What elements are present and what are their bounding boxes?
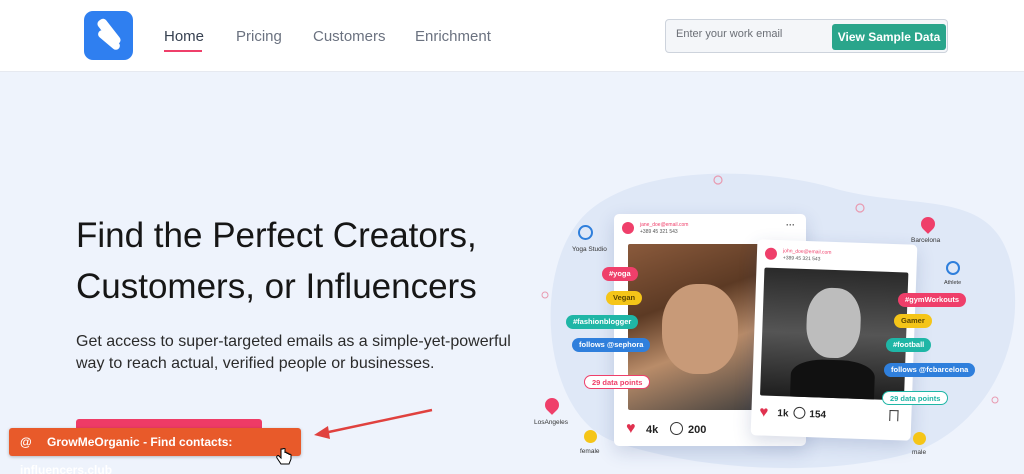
label-barcelona: Barcelona xyxy=(911,237,941,244)
tag-fashionblogger: #fashionblogger xyxy=(566,315,639,329)
card1-comments: 200 xyxy=(688,424,707,436)
tag-gamer: Gamer xyxy=(894,314,932,328)
tag-football: #football xyxy=(886,338,932,352)
hero-title: Find the Perfect Creators, Customers, or… xyxy=(76,210,536,312)
active-nav-underline xyxy=(164,50,202,52)
card2-likes: 1k xyxy=(777,408,789,420)
nav-home[interactable]: Home xyxy=(164,28,204,45)
card1-likes: 4k xyxy=(646,424,659,436)
hero-illustration: jane_doe@email.com +389 45 321 543 ··· ♥… xyxy=(520,150,1020,470)
extension-button-label: GrowMeOrganic - Find contacts: influence… xyxy=(20,435,233,474)
female-icon xyxy=(584,430,597,443)
label-los-angeles: LosAngeles xyxy=(534,419,568,426)
card2-comments: 154 xyxy=(809,409,827,421)
tag-follows-sephora: follows @sephora xyxy=(572,338,651,352)
nav-enrichment[interactable]: Enrichment xyxy=(415,28,491,45)
hero-subtitle: Get access to super-targeted emails as a… xyxy=(76,333,511,372)
hash-avatar-icon-2 xyxy=(764,247,778,260)
heart-icon: ♥ xyxy=(626,420,636,437)
comment-icon-2 xyxy=(793,406,806,420)
nav-pricing[interactable]: Pricing xyxy=(236,28,282,45)
tag-gymworkouts: #gymWorkouts xyxy=(898,293,967,307)
top-navbar: Home Pricing Customers Enrichment View S… xyxy=(0,0,1024,72)
hero-title-line-2: Customers, or Influencers xyxy=(76,267,477,306)
tag-data-points-right: 29 data points xyxy=(882,391,949,405)
card2-phone: +389 45 321 543 xyxy=(782,255,821,263)
label-yoga-studio: Yoga Studio xyxy=(572,246,607,253)
work-email-input[interactable] xyxy=(676,28,826,40)
card1-email: jane_doe@email.com xyxy=(640,222,689,228)
hash-avatar-icon xyxy=(622,222,634,234)
at-icon: @ xyxy=(20,435,32,449)
more-icon: ··· xyxy=(786,220,795,230)
red-arrow-icon xyxy=(314,408,433,439)
view-sample-data-button[interactable]: View Sample Data xyxy=(832,24,946,50)
extension-overlay-button[interactable]: @ GrowMeOrganic - Find contacts: influen… xyxy=(9,428,301,474)
label-female: female xyxy=(580,448,600,455)
hand-cursor-icon xyxy=(276,448,292,465)
label-male: male xyxy=(912,449,927,456)
athlete-icon xyxy=(946,261,960,275)
card1-phone: +389 45 321 543 xyxy=(640,229,678,235)
nav-customers[interactable]: Customers xyxy=(313,28,386,45)
bookmark-icon xyxy=(889,409,899,422)
yoga-studio-icon xyxy=(578,225,593,240)
male-icon xyxy=(913,432,926,445)
heart-icon-2: ♥ xyxy=(759,403,769,421)
tag-yoga: #yoga xyxy=(602,267,638,281)
tag-follows-fcbarcelona: follows @fcbarcelona xyxy=(884,363,976,377)
tag-vegan: Vegan xyxy=(606,291,643,305)
creator-photo-male xyxy=(760,267,909,401)
brand-logo[interactable] xyxy=(84,11,133,60)
comment-icon xyxy=(670,422,683,435)
sample-data-form: View Sample Data xyxy=(665,19,948,53)
hero-title-line-1: Find the Perfect Creators, xyxy=(76,216,477,255)
tag-data-points-left: 29 data points xyxy=(584,375,651,389)
label-athlete: Athlete xyxy=(944,280,962,286)
